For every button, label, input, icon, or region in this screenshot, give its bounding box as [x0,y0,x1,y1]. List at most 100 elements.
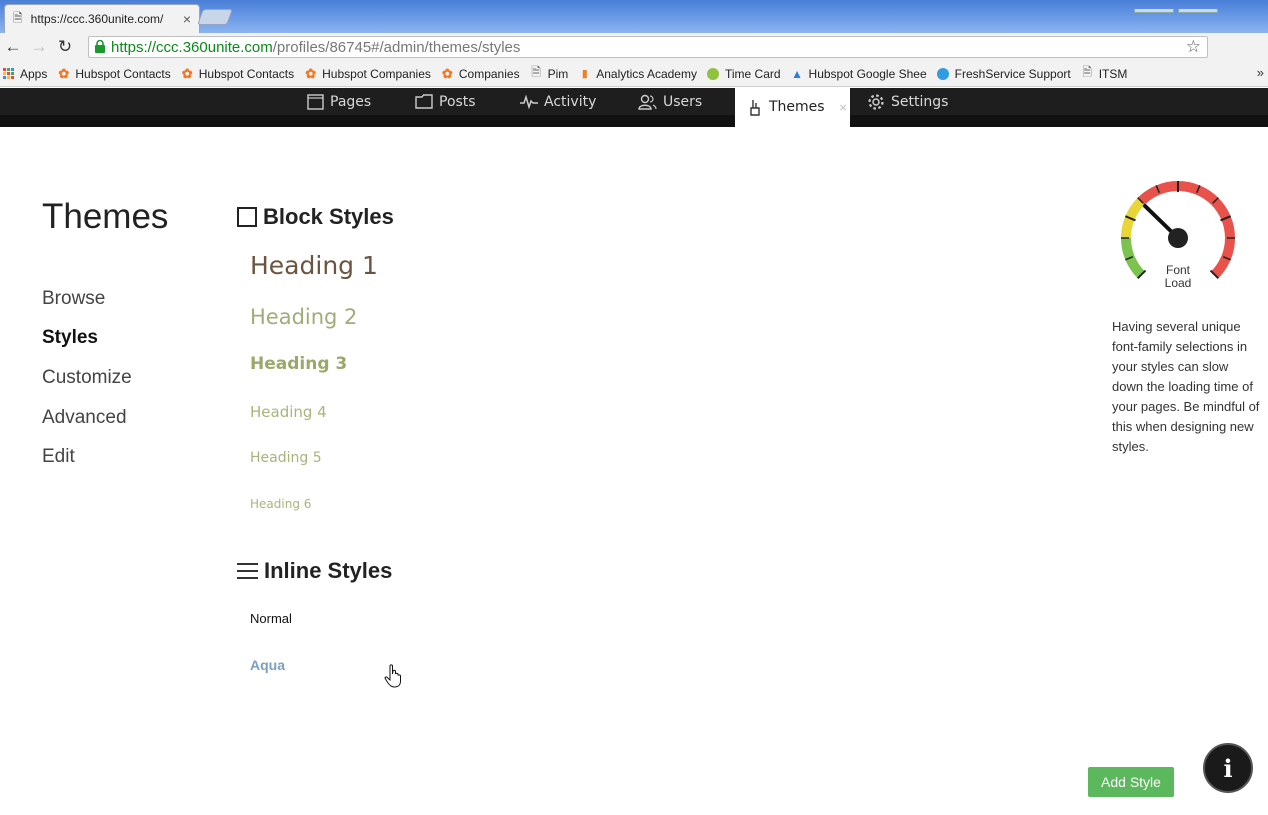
style-heading-3[interactable]: Heading 3 [250,354,347,374]
drive-icon: ▲ [791,66,803,81]
url-scheme: https:// [111,38,157,56]
style-heading-2[interactable]: Heading 2 [250,305,357,329]
bookmark-label: Companies [458,66,520,81]
nav-pages[interactable]: Pages [307,88,371,115]
inline-style-aqua[interactable]: Aqua [250,657,285,673]
apps-grid-icon [2,67,15,80]
bookmark-analytics-academy[interactable]: ▮ Analytics Academy [578,67,697,81]
pages-icon [307,93,324,110]
bookmark-label: Pim [547,66,569,81]
sidebar-item-browse[interactable]: Browse [42,288,105,310]
hand-cursor-icon [384,664,401,688]
inline-styles-title: Inline Styles [264,558,393,583]
add-style-button[interactable]: Add Style [1088,767,1174,797]
bookmark-hubspot-contacts[interactable]: ✿ Hubspot Contacts [57,65,171,81]
block-square-icon [237,207,257,227]
hubspot-icon: ✿ [58,65,70,81]
nav-themes-label: Themes [769,99,825,115]
tab-title: https://ccc.360unite.com/ [30,12,164,26]
bookmark-hubspot-contacts[interactable]: ✿ Hubspot Contacts [181,65,295,81]
timecard-icon [707,67,720,80]
page-title: Themes [42,197,169,236]
lines-icon [237,563,258,579]
lock-icon [95,40,105,53]
browser-tab[interactable]: 🗎 https://ccc.360unite.com/ × [4,4,200,33]
posts-icon [415,94,433,109]
bookmark-label: FreshService Support [954,66,1071,81]
gauge-hub [1168,228,1188,248]
bookmark-label: Apps [20,66,48,81]
bookmark-label: Analytics Academy [596,66,697,81]
bookmark-itsm[interactable]: 🗎 ITSM [1081,65,1128,81]
block-styles-header: Block Styles [237,204,394,230]
nav-users-label: Users [663,93,703,110]
window-controls[interactable] [1130,0,1260,13]
reload-button[interactable]: ↻ [52,35,78,59]
freshservice-icon [937,67,950,80]
new-tab-button[interactable] [197,9,233,25]
gear-icon [868,93,884,110]
hubspot-icon: ✿ [441,65,453,81]
app-nav-bar: Pages Posts Activity Users Themes × Sett… [0,88,1268,127]
nav-settings[interactable]: Settings [867,88,948,115]
bookmark-freshservice-support[interactable]: FreshService Support [937,67,1071,81]
bookmark-label: Hubspot Companies [322,66,431,81]
font-load-description: Having several unique font-family select… [1112,319,1260,454]
analytics-icon: ▮ [581,68,588,80]
activity-icon [520,94,538,109]
nav-users[interactable]: Users [638,88,702,115]
style-heading-6[interactable]: Heading 6 [250,497,311,511]
gauge-label: Font Load [1148,264,1208,290]
hubspot-icon: ✿ [181,65,193,81]
inline-style-normal[interactable]: Normal [250,611,292,626]
style-heading-4[interactable]: Heading 4 [250,403,327,421]
back-button[interactable]: ← [0,35,26,59]
nav-pages-label: Pages [330,93,372,110]
sidebar-item-styles[interactable]: Styles [42,327,98,349]
nav-activity-label: Activity [544,93,597,110]
themes-brush-icon [750,100,760,116]
inline-styles-header: Inline Styles [237,558,392,584]
style-heading-1[interactable]: Heading 1 [250,251,378,280]
style-heading-5[interactable]: Heading 5 [250,450,322,466]
hubspot-icon: ✿ [305,65,317,81]
bookmarks-bar: Apps ✿ Hubspot Contacts ✿ Hubspot Contacts ✿ H… [0,61,1268,87]
page-icon: 🗎 [531,65,541,79]
browser-toolbar: ← → ↻ https://ccc.360unite.com/profiles/… [0,33,1268,86]
url-path: /profiles/86745#/admin/themes/styles [272,38,521,56]
nav-themes-close-icon[interactable]: × [839,101,848,114]
page-icon: 🗎 [1082,65,1093,79]
bookmark-time-card[interactable]: Time Card [707,67,781,81]
url-host: ccc.360unite.com [156,38,273,56]
page-icon: 🗎 [13,10,23,25]
bookmark-label: ITSM [1098,66,1128,81]
address-bar[interactable]: https://ccc.360unite.com/profiles/86745#… [88,36,1208,58]
tab-close-button[interactable]: × [183,11,191,27]
bookmark-label: Hubspot Google Shee [808,66,927,81]
nav-posts-label: Posts [439,93,476,110]
forward-button[interactable]: → [26,35,52,59]
block-styles-title: Block Styles [263,204,394,229]
bookmark-label: Time Card [724,66,781,81]
nav-posts[interactable]: Posts [415,88,476,115]
bookmark-hubspot-google-shee[interactable]: ▲ Hubspot Google Shee [791,67,927,81]
bookmark-label: Hubspot Contacts [198,66,295,81]
sidebar-item-customize[interactable]: Customize [42,367,132,389]
bookmark-apps[interactable]: Apps [2,67,47,81]
bookmark-companies[interactable]: ✿ Companies [441,65,520,81]
bookmark-hubspot-companies[interactable]: ✿ Hubspot Companies [304,65,431,81]
bookmark-label: Hubspot Contacts [75,66,171,81]
sidebar-item-edit[interactable]: Edit [42,446,75,468]
gauge-label-load: Load [1164,276,1192,290]
nav-activity[interactable]: Activity [520,88,596,115]
browser-tab-strip: 🗎 https://ccc.360unite.com/ × [0,0,1268,33]
bookmark-star-icon[interactable]: ☆ [1186,37,1201,57]
gauge-green-segment [1121,237,1145,279]
sidebar-item-advanced[interactable]: Advanced [42,407,127,429]
nav-settings-label: Settings [891,93,949,110]
users-icon [638,94,657,110]
nav-themes[interactable]: Themes × [735,88,850,127]
info-icon[interactable]: i [1203,743,1253,793]
bookmark-pim[interactable]: 🗎 Pim [530,65,569,81]
bookmarks-overflow-icon[interactable]: » [1257,65,1264,80]
